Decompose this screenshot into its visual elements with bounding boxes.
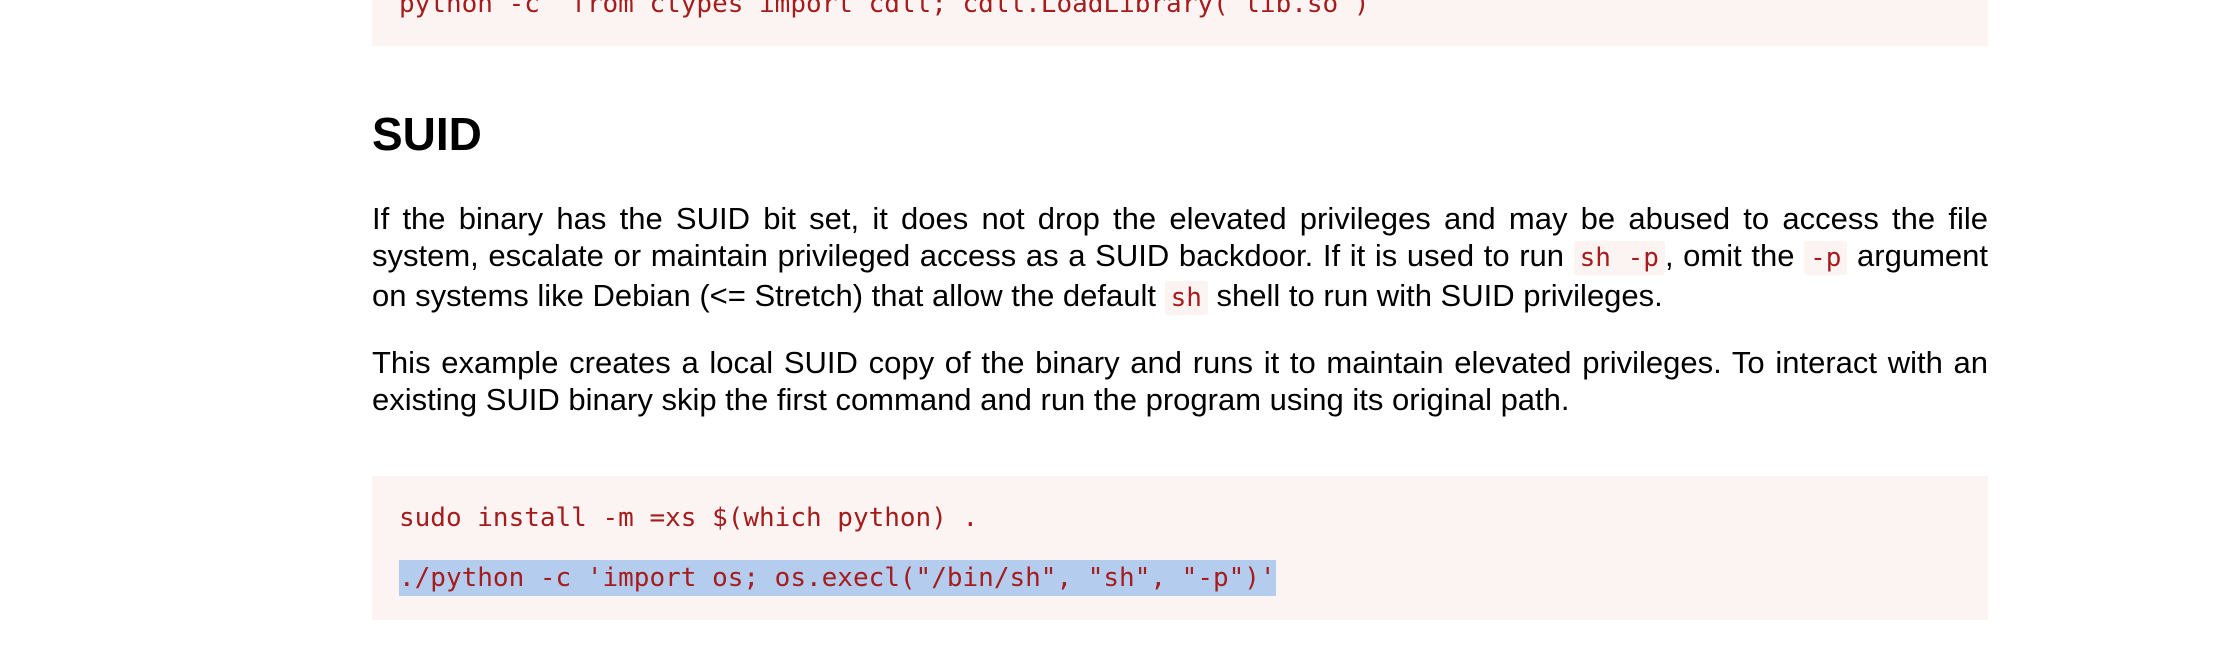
code-line[interactable]: python -c 'from ctypes import cdll; cdll… bbox=[399, 0, 1385, 22]
suid-example-paragraph: This example creates a local SUID copy o… bbox=[372, 345, 1988, 417]
code-block-library-load[interactable]: python -c 'from ctypes import cdll; cdll… bbox=[372, 0, 1988, 46]
section-heading-suid: SUID bbox=[372, 108, 482, 160]
paragraph-text: shell to run with SUID privileges. bbox=[1207, 278, 1663, 313]
suid-description-paragraph: If the binary has the SUID bit set, it d… bbox=[372, 200, 1988, 317]
code-block-suid-example[interactable]: sudo install -m =xs $(which python) . ./… bbox=[372, 476, 1988, 620]
code-line-exec-selected[interactable]: ./python -c 'import os; os.execl("/bin/s… bbox=[399, 560, 1276, 596]
inline-code-sh: sh bbox=[1164, 281, 1208, 315]
inline-code-p-flag: -p bbox=[1804, 241, 1848, 275]
inline-code-sh-p: sh -p bbox=[1573, 241, 1665, 275]
code-line-install[interactable]: sudo install -m =xs $(which python) . bbox=[399, 500, 978, 536]
paragraph-text: , omit the bbox=[1664, 238, 1805, 273]
